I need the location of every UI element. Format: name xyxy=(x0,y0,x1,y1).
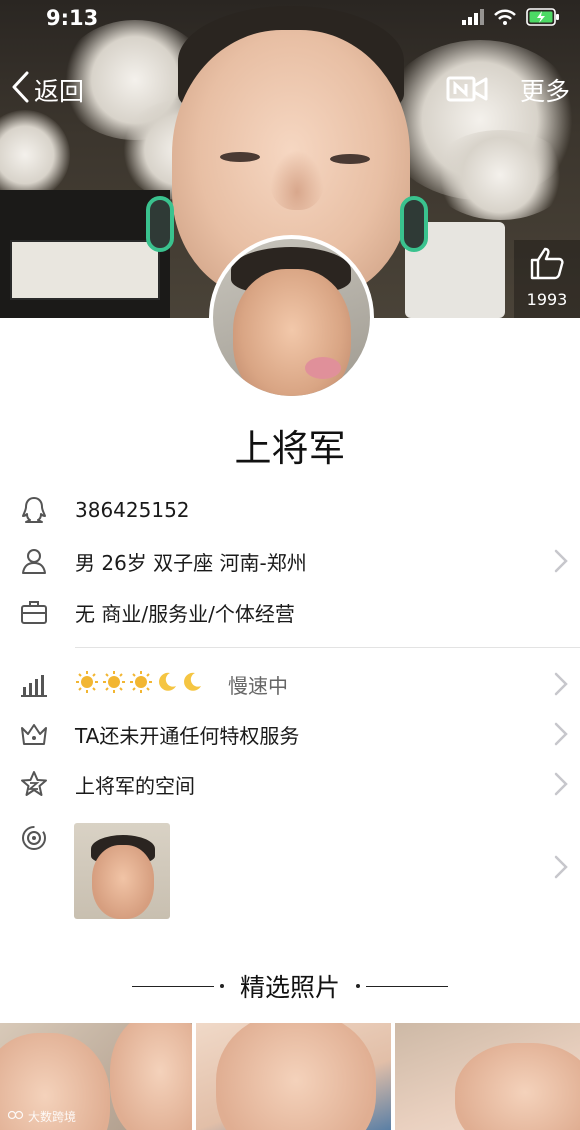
qq-number: 386425152 xyxy=(75,498,190,522)
video-icon xyxy=(446,76,488,108)
battery-icon xyxy=(526,8,560,30)
level-chart-icon xyxy=(18,668,50,700)
back-button[interactable]: 返回 xyxy=(10,70,84,110)
signal-icon xyxy=(462,9,484,29)
privilege-row[interactable]: TA还未开通任何特权服务 xyxy=(0,709,580,759)
space-row[interactable]: 上将军的空间 xyxy=(0,759,580,809)
thumbs-up-icon xyxy=(529,246,565,284)
moon-icon xyxy=(181,671,203,698)
video-call-button[interactable] xyxy=(446,74,488,108)
divider xyxy=(75,647,580,648)
person-icon xyxy=(18,545,50,577)
featured-photo[interactable] xyxy=(395,1023,580,1130)
chevron-right-icon xyxy=(552,670,570,698)
space-text: 上将军的空间 xyxy=(75,773,195,798)
level-row[interactable]: 慢速中 xyxy=(0,659,580,709)
sun-icon xyxy=(129,670,153,699)
featured-photos-header: 精选照片 xyxy=(0,966,580,1006)
occupation-row: 无 商业/服务业/个体经营 xyxy=(0,587,580,637)
like-button[interactable]: 1993 xyxy=(514,240,580,318)
wifi-icon xyxy=(494,9,516,29)
chevron-right-icon xyxy=(552,770,570,798)
watermark-logo-icon xyxy=(7,1109,24,1124)
crown-icon xyxy=(18,718,50,750)
briefcase-icon xyxy=(18,596,50,628)
status-time: 9:13 xyxy=(46,6,99,30)
watermark-text: 大数跨境 xyxy=(28,1110,77,1124)
avatar[interactable] xyxy=(209,235,374,400)
basic-info-row[interactable]: 男 26岁 双子座 河南-郑州 xyxy=(0,536,580,586)
level-status: 慢速中 xyxy=(228,673,288,698)
qq-number-row: 386425152 xyxy=(0,485,580,535)
target-icon xyxy=(18,822,50,854)
sun-icon xyxy=(75,670,99,699)
chevron-right-icon xyxy=(552,547,570,575)
back-label: 返回 xyxy=(34,77,85,106)
penguin-icon xyxy=(18,494,50,526)
profile-name: 上将军 xyxy=(234,427,346,470)
moon-icon xyxy=(156,671,178,698)
occupation-text: 无 商业/服务业/个体经营 xyxy=(75,601,295,626)
featured-photos-title: 精选照片 xyxy=(239,973,340,1002)
level-icons: 慢速中 xyxy=(75,670,288,699)
sun-icon xyxy=(102,670,126,699)
chevron-right-icon xyxy=(552,853,570,881)
more-button[interactable]: 更多 xyxy=(520,72,570,108)
featured-photo[interactable] xyxy=(196,1023,391,1130)
like-count: 1993 xyxy=(526,290,568,309)
moment-thumbnail[interactable] xyxy=(74,823,170,919)
status-bar: 9:13 xyxy=(0,0,580,38)
watermark: 大数跨境 xyxy=(7,1108,77,1125)
chevron-right-icon xyxy=(552,720,570,748)
star-icon xyxy=(18,768,50,800)
chevron-left-icon xyxy=(10,70,30,110)
basic-info-text: 男 26岁 双子座 河南-郑州 xyxy=(75,550,307,575)
privilege-text: TA还未开通任何特权服务 xyxy=(75,723,300,748)
